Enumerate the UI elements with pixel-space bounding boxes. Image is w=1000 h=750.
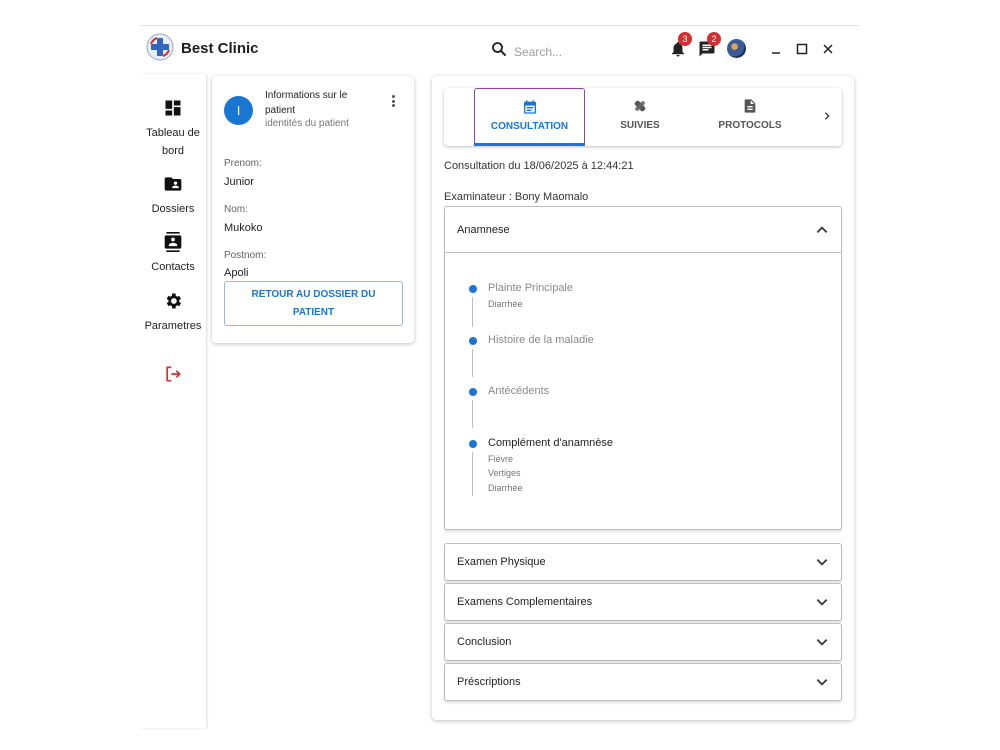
tab-protocols[interactable]: PROTOCOLS (695, 88, 805, 146)
gear-icon (166, 293, 181, 309)
logout-icon (166, 366, 181, 382)
tab-bar: CONSULTATION SUIVIES PROTOCOLS (444, 88, 842, 146)
timeline-title: Antécédents (488, 385, 550, 397)
accordion-header[interactable]: Préscriptions (445, 664, 841, 700)
close-button[interactable] (819, 40, 837, 58)
prenom-label: Prenom: (224, 158, 262, 169)
search-icon (490, 40, 508, 63)
chat-icon (698, 41, 716, 62)
calendar-icon (523, 100, 536, 114)
chevron-down-icon (816, 679, 828, 686)
app-title: Best Clinic (181, 40, 259, 57)
chevron-down-icon (816, 559, 828, 566)
section-title: Préscriptions (457, 676, 521, 688)
timeline-detail: Diarrhée (488, 483, 523, 493)
section-examen-physique: Examen Physique (444, 543, 842, 581)
logout-button[interactable] (140, 364, 206, 390)
user-avatar[interactable] (727, 39, 746, 58)
sidebar-item-contacts[interactable]: Contacts (140, 232, 206, 276)
patient-avatar: I (224, 96, 253, 125)
clinic-logo-icon (146, 33, 174, 61)
timeline-connector (472, 349, 473, 377)
sidebar-item-label: Tableau de bord (146, 127, 200, 157)
messages-button[interactable]: 2 (698, 32, 721, 62)
postnom-label: Postnom: (224, 250, 267, 261)
timeline-title: Plainte Principale (488, 282, 573, 294)
sidebar-item-label: Contacts (151, 261, 195, 273)
accordion-header[interactable]: Examens Complementaires (445, 584, 841, 620)
timeline-connector (472, 400, 473, 428)
timeline-title: Histoire de la maladie (488, 334, 594, 346)
dashboard-icon (165, 100, 181, 116)
prenom-value: Junior (224, 176, 254, 188)
accordion-header[interactable]: Anamnese (445, 207, 841, 253)
folder-shared-icon (164, 177, 182, 191)
timeline-detail: Vertiges (488, 468, 521, 478)
section-title: Conclusion (457, 636, 512, 648)
tab-label: CONSULTATION (490, 121, 569, 132)
section-title: Anamnese (457, 223, 510, 236)
timeline-detail: Diarrhée (488, 299, 523, 309)
nom-label: Nom: (224, 204, 248, 215)
close-icon (823, 44, 833, 54)
tab-consultation[interactable]: CONSULTATION (474, 88, 585, 146)
search-input[interactable] (514, 44, 634, 59)
tab-suivies[interactable]: SUIVIES (585, 88, 695, 146)
document-icon (744, 99, 756, 113)
maximize-button[interactable] (793, 40, 811, 58)
section-examens-complementaires: Examens Complementaires (444, 583, 842, 621)
notifications-button[interactable]: 3 (669, 32, 692, 62)
maximize-icon (796, 43, 808, 55)
chevron-down-icon (816, 599, 828, 606)
timeline-dot (469, 285, 477, 293)
sidebar-item-parametres[interactable]: Parametres (140, 291, 206, 335)
section-prescriptions: Préscriptions (444, 663, 842, 701)
chevron-right-icon[interactable] (822, 108, 832, 124)
timeline-connector (472, 452, 473, 496)
title-bar: Best Clinic 3 2 (140, 26, 860, 72)
bell-icon (669, 41, 687, 62)
minimize-icon (772, 52, 780, 54)
sidebar-item-label: Parametres (144, 320, 202, 332)
search-bar[interactable] (490, 40, 634, 63)
bandage-icon (634, 100, 646, 112)
nom-value: Mukoko (224, 222, 263, 234)
tab-label: PROTOCOLS (718, 120, 782, 131)
message-count-badge: 2 (707, 32, 721, 46)
timeline-dot (469, 440, 477, 448)
anamnese-timeline: Plainte Principale Diarrhée Histoire de … (445, 253, 841, 529)
sidebar-item-label: Dossiers (151, 203, 195, 215)
patient-card-title: Informations sur le patient (265, 90, 348, 116)
accordion-header[interactable]: Conclusion (445, 624, 841, 660)
section-title: Examens Complementaires (457, 596, 593, 608)
section-conclusion: Conclusion (444, 623, 842, 661)
sidebar-nav: Tableau de bord Dossiers Contacts Parame… (140, 74, 206, 728)
accordion-header[interactable]: Examen Physique (445, 544, 841, 580)
sidebar-item-dossiers[interactable]: Dossiers (140, 174, 206, 218)
more-options-icon[interactable] (388, 93, 398, 109)
chevron-up-icon (816, 225, 828, 233)
patient-card-subtitle: identités du patient (265, 118, 349, 129)
chevron-down-icon (816, 639, 828, 646)
patient-info-card: I Informations sur le patient identités … (212, 76, 414, 343)
app-window: Best Clinic 3 2 (140, 25, 860, 728)
section-title: Examen Physique (457, 556, 546, 568)
timeline-dot (469, 388, 477, 396)
minimize-button[interactable] (767, 40, 785, 58)
section-anamnese: Anamnese Plainte Principale Diarrhée His… (444, 206, 842, 530)
timeline-dot (469, 337, 477, 345)
timeline-title: Complément d'anamnèse (488, 437, 614, 449)
contacts-icon (164, 232, 182, 252)
sidebar-item-dashboard[interactable]: Tableau de bord (140, 98, 206, 160)
tab-label: SUIVIES (620, 120, 660, 131)
timeline-connector (472, 297, 473, 327)
back-to-patient-file-button[interactable]: RETOUR AU DOSSIER DU PATIENT (224, 281, 403, 326)
examiner-name: Examinateur : Bony Maomalo (444, 191, 589, 203)
consultation-panel: CONSULTATION SUIVIES PROTOCOLS Consultat… (432, 76, 854, 720)
notification-count-badge: 3 (678, 32, 692, 46)
timeline-detail: Fièvre (488, 454, 514, 464)
postnom-value: Apoli (224, 267, 249, 279)
consultation-date: Consultation du 18/06/2025 à 12:44:21 (444, 160, 634, 172)
